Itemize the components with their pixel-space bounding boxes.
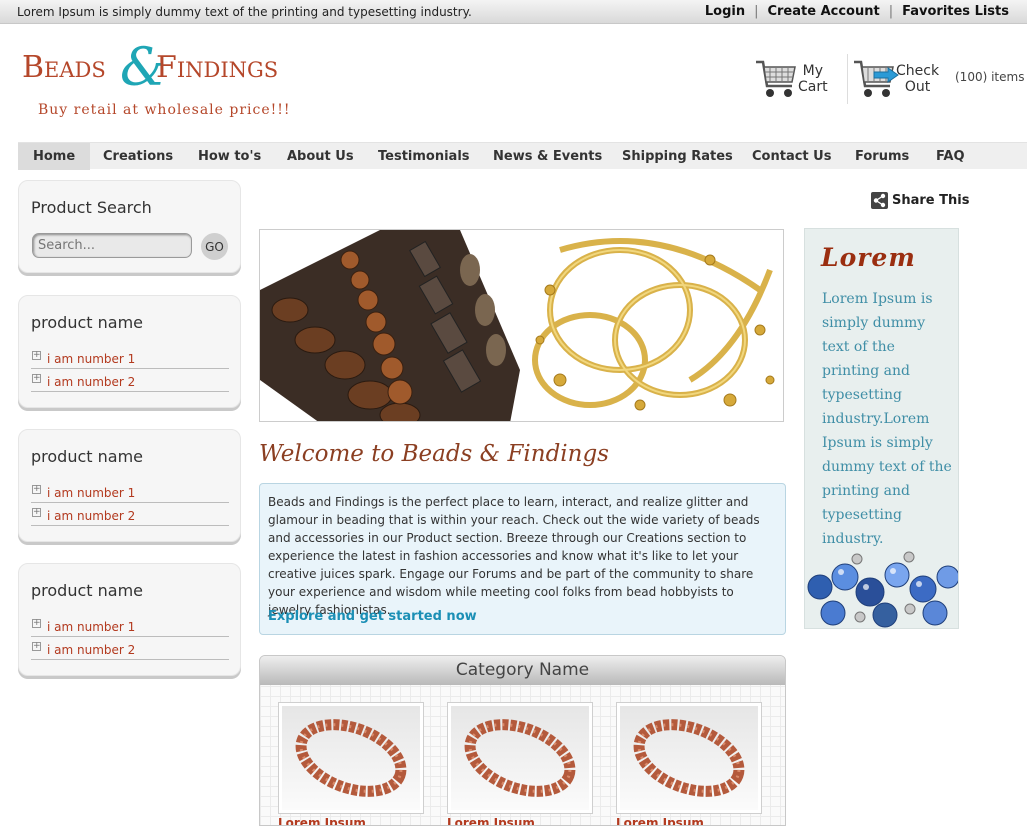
product-image [620,706,758,810]
top-tagline: Lorem Ipsum is simply dummy text of the … [17,5,472,19]
checkout-label-line1: Check [896,63,940,79]
nav-faq[interactable]: FAQ [921,143,980,170]
list-item-label: i am number 1 [47,620,136,634]
product-card[interactable]: Lorem Ipsum [278,702,424,825]
shopping-cart-icon [754,56,798,102]
list-item[interactable]: + i am number 1 [31,346,229,369]
checkout-label: Check Out [896,63,939,95]
explore-link[interactable]: Explore and get started now [268,609,477,624]
search-input[interactable] [32,233,192,258]
nav-contact-us[interactable]: Contact Us [737,143,846,170]
product-category-box: product name + i am number 1 + i am number… [18,563,241,676]
expand-plus-icon: + [32,373,41,383]
nav-about-us[interactable]: About Us [272,143,369,170]
nav-creations[interactable]: Creations [88,143,188,170]
welcome-body-text: Beads and Findings is the perfect place … [268,495,760,617]
expand-plus-icon: + [32,350,41,360]
favorites-lists-link[interactable]: Favorites Lists [902,4,1009,19]
create-account-link[interactable]: Create Account [767,4,879,19]
nav-testimonials[interactable]: Testimonials [363,143,485,170]
nav-home[interactable]: Home [18,143,91,170]
nav-how-tos[interactable]: How to's [183,143,276,170]
share-this-label: Share This [892,193,970,208]
list-item-label: i am number 2 [47,509,136,523]
share-this-button[interactable]: Share This [871,192,969,209]
nav-shipping-rates[interactable]: Shipping Rates [607,143,748,170]
expand-plus-icon: + [32,484,41,494]
product-image-frame[interactable] [278,702,424,814]
main-nav: Home Creations How to's About Us Testimo… [18,142,1027,170]
product-image [451,706,589,810]
product-category-box: product name + i am number 1 + i am number… [18,429,241,542]
product-card[interactable]: Lorem Ipsum [447,702,593,825]
expand-plus-icon: + [32,618,41,628]
list-item[interactable]: + i am number 1 [31,480,229,503]
search-go-button[interactable]: GO [201,233,228,260]
product-search-panel: Product Search GO [18,180,241,273]
product-name-link[interactable]: Lorem Ipsum [447,816,593,825]
welcome-intro-box: Beads and Findings is the perfect place … [259,483,786,635]
list-item[interactable]: + i am number 1 [31,614,229,637]
side-promo-panel: Lorem Lorem Ipsum is simply dummy text o… [804,228,959,629]
logo-word-beads: Beads [22,50,106,85]
checkout-button[interactable]: Check Out [847,54,939,104]
nav-forums[interactable]: Forums [840,143,924,170]
checkout-cart-icon [852,56,899,102]
list-item-label: i am number 2 [47,375,136,389]
product-box-title: product name [31,313,143,332]
product-list: + i am number 1 + i am number 2 [31,346,229,392]
separator: | [754,4,759,19]
site-logo[interactable]: Beads & Findings Buy retail at wholesale… [22,38,290,122]
side-promo-title: Lorem [821,243,916,272]
welcome-heading: Welcome to Beads & Findings [259,441,609,467]
product-search-title: Product Search [31,198,152,217]
checkout-label-line2: Out [904,79,931,95]
account-links: Login | Create Account | Favorites Lists [705,4,1009,19]
product-category-box: product name + i am number 1 + i am number… [18,295,241,408]
blue-beads-image [805,547,958,628]
list-item-label: i am number 1 [47,352,136,366]
list-item-label: i am number 2 [47,643,136,657]
category-title: Category Name [260,656,785,685]
cart-item-count: (100) items [955,70,1025,84]
share-icon [871,192,888,209]
product-card[interactable]: Lorem Ipsum [616,702,762,825]
my-cart-label-line2: Cart [798,79,828,95]
product-image-frame[interactable] [616,702,762,814]
my-cart-button[interactable]: My Cart [754,54,828,104]
product-list: + i am number 1 + i am number 2 [31,480,229,526]
product-box-title: product name [31,447,143,466]
expand-plus-icon: + [32,641,41,651]
product-name-link[interactable]: Lorem Ipsum [616,816,762,825]
logo-subtitle: Buy retail at wholesale price!!! [38,102,291,118]
product-image [282,706,420,810]
list-item[interactable]: + i am number 2 [31,503,229,526]
hero-banner-image [259,229,784,422]
nav-news-events[interactable]: News & Events [478,143,617,170]
list-item[interactable]: + i am number 2 [31,637,229,660]
my-cart-label: My Cart [798,63,828,95]
list-item-label: i am number 1 [47,486,136,500]
login-link[interactable]: Login [705,4,745,19]
product-image-frame[interactable] [447,702,593,814]
separator: | [888,4,894,19]
product-list: + i am number 1 + i am number 2 [31,614,229,660]
category-panel: Category Name Lorem Ipsum Lorem Ipsum Lo… [259,655,786,826]
product-box-title: product name [31,581,143,600]
side-promo-text: Lorem Ipsum is simply dummy text of the … [822,291,952,547]
expand-plus-icon: + [32,507,41,517]
my-cart-label-line1: My [802,63,823,79]
logo-word-findings: Findings [156,50,279,85]
product-name-link[interactable]: Lorem Ipsum [278,816,424,825]
top-bar: Lorem Ipsum is simply dummy text of the … [0,0,1027,24]
list-item[interactable]: + i am number 2 [31,369,229,392]
